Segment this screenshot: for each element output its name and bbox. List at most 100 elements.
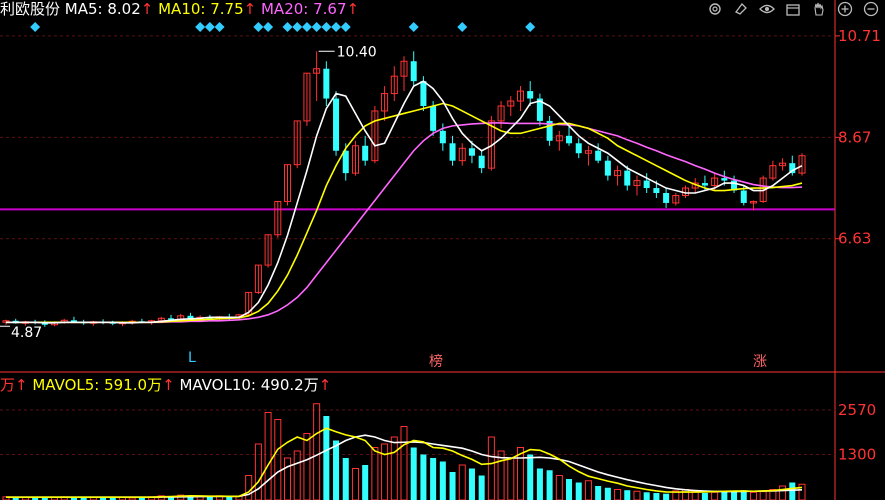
ma5-line <box>6 80 803 324</box>
volume-bar <box>351 468 359 500</box>
view-button[interactable] <box>757 0 777 18</box>
signal-diamond <box>301 22 312 32</box>
volume-legend-arrow: ↑ <box>319 376 332 394</box>
volume-bar <box>604 487 611 500</box>
hand-icon <box>814 2 824 16</box>
marker-label: 榜 <box>429 353 443 370</box>
volume-bar <box>313 403 321 500</box>
volume-bar <box>584 480 592 500</box>
ma20-line <box>6 122 803 324</box>
box-icon <box>786 4 800 16</box>
volume-bar <box>245 475 253 500</box>
stock-name: 利欧股份 <box>0 0 65 18</box>
candle-body <box>468 148 475 156</box>
high-label: 10.40 <box>337 44 377 60</box>
candle-body <box>595 150 602 161</box>
volume-bar <box>507 457 515 500</box>
volume-bar <box>430 458 437 500</box>
candle-body <box>566 135 573 144</box>
volume-bar <box>682 489 690 500</box>
candle-body <box>362 145 369 161</box>
candle-body <box>439 130 446 144</box>
ma-legend: 利欧股份 MA5: 8.02↑ MA10: 7.75↑ MA20: 7.67↑ <box>0 0 359 18</box>
volume-bar <box>527 454 534 500</box>
zoom-in-icon <box>837 1 853 17</box>
chart-toolbar <box>705 0 885 18</box>
signal-diamond <box>253 22 264 32</box>
volume-bar <box>595 486 602 500</box>
volume-bar <box>390 436 398 500</box>
candle-body <box>740 190 747 203</box>
signal-diamond <box>408 22 419 32</box>
marker-label: 涨 <box>753 354 767 370</box>
volume-bar <box>798 483 806 500</box>
ma-legend-label: MA5: <box>65 0 108 18</box>
volume-bar <box>779 485 787 500</box>
candle-body <box>342 150 349 174</box>
volume-bar <box>487 436 495 500</box>
hand-button[interactable] <box>809 0 829 18</box>
volume-bar <box>566 479 573 500</box>
zoom-in-button[interactable] <box>835 0 855 18</box>
volume-bar <box>663 493 670 500</box>
candle-body <box>430 106 437 131</box>
chart-frame <box>0 0 885 500</box>
candle-body <box>478 155 485 169</box>
volume-bar <box>362 465 369 500</box>
zoom-out-button[interactable] <box>861 0 881 18</box>
volume-legend-arrow: ↑ <box>15 376 32 394</box>
signal-diamond <box>195 22 206 32</box>
volume-bar <box>342 458 349 500</box>
ma-legend-arrow: ↑ <box>347 0 360 18</box>
volume-tick-label: 2570 <box>838 401 876 419</box>
volume-bar <box>274 419 282 500</box>
candle-body <box>575 143 582 154</box>
volume-bar <box>555 475 563 500</box>
candle-body <box>323 68 330 99</box>
volume-bar <box>284 457 292 500</box>
volume-bars <box>2 403 806 500</box>
volume-legend-arrow: ↑ <box>162 376 179 394</box>
price-tick-label: 8.67 <box>838 128 871 146</box>
volume-bar <box>420 454 427 500</box>
volume-bar <box>536 468 543 500</box>
volume-legend-label: 万 <box>0 376 15 394</box>
volume-ma-lines <box>6 427 803 499</box>
volume-legend-value: 490.2万 <box>261 376 319 394</box>
ma-lines <box>6 80 803 324</box>
marker-label: L <box>188 350 196 366</box>
signal-diamond <box>457 22 468 32</box>
zoom-out-icon <box>863 1 879 17</box>
ma-legend-value: 7.67 <box>313 0 346 18</box>
volume-bar <box>731 491 738 500</box>
volume-legend: 万↑ MAVOL5: 591.0万↑ MAVOL10: 490.2万↑ <box>0 376 331 394</box>
signal-diamond <box>292 22 303 32</box>
volume-bar <box>293 450 301 500</box>
candle-body <box>701 183 708 186</box>
candle-body <box>653 188 660 194</box>
candle-body <box>624 170 631 186</box>
eraser-button[interactable] <box>731 0 751 18</box>
volume-bar <box>575 482 582 500</box>
candle-body <box>410 61 417 82</box>
stock-chart[interactable]: 10.718.676.6325701300 利欧股份 MA5: 8.02↑ MA… <box>0 0 885 500</box>
eye-icon <box>759 4 775 14</box>
volume-bar <box>614 489 622 500</box>
signal-diamond <box>525 22 536 32</box>
settings-button[interactable] <box>705 0 725 18</box>
ma-legend-arrow: ↑ <box>244 0 257 18</box>
signal-diamond <box>331 22 342 32</box>
gear-icon <box>709 3 721 15</box>
volume-bar <box>449 472 456 500</box>
volume-bar <box>410 447 417 500</box>
ma-legend-arrow: ↑ <box>141 0 154 18</box>
signal-diamond <box>311 22 322 32</box>
low-label: 4.87 <box>11 325 42 341</box>
candle-body <box>449 143 456 161</box>
volume-bar <box>400 426 408 500</box>
volume-bar <box>701 493 708 500</box>
grid-lines: 10.71 8.67 6.63 2570 1300 <box>0 27 881 464</box>
box-button[interactable] <box>783 0 803 18</box>
signal-diamond <box>214 22 225 32</box>
volume-bar <box>468 468 475 500</box>
